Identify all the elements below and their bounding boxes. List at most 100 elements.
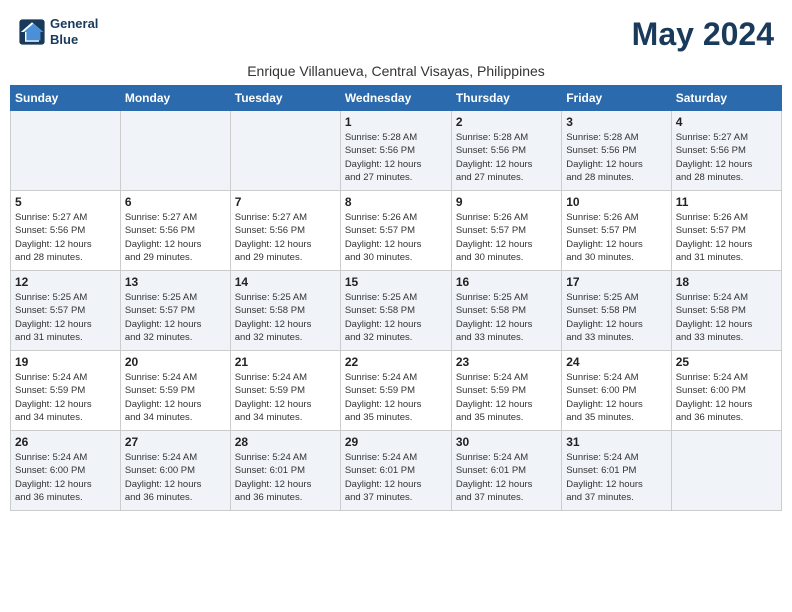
day-number: 24 bbox=[566, 355, 666, 369]
weekday-header-friday: Friday bbox=[562, 86, 671, 111]
day-info: Sunrise: 5:24 AM Sunset: 5:59 PM Dayligh… bbox=[345, 371, 447, 424]
month-title: May 2024 bbox=[632, 16, 774, 53]
weekday-header-row: SundayMondayTuesdayWednesdayThursdayFrid… bbox=[11, 86, 782, 111]
day-number: 5 bbox=[15, 195, 116, 209]
day-number: 2 bbox=[456, 115, 557, 129]
calendar-cell: 14 Sunrise: 5:25 AM Sunset: 5:58 PM Dayli… bbox=[230, 271, 340, 351]
day-number: 12 bbox=[15, 275, 116, 289]
calendar-cell: 10Sunrise: 5:26 AM Sunset: 5:57 PM Dayli… bbox=[562, 191, 671, 271]
day-number: 1 bbox=[345, 115, 447, 129]
day-info: Sunrise: 5:25 AM Sunset: 5:58 PM Dayligh… bbox=[345, 291, 447, 344]
logo-text: General Blue bbox=[50, 16, 98, 47]
calendar-cell: 17Sunrise: 5:25 AM Sunset: 5:58 PM Dayli… bbox=[562, 271, 671, 351]
weekday-header-sunday: Sunday bbox=[11, 86, 121, 111]
day-number: 9 bbox=[456, 195, 557, 209]
calendar-cell: 6 Sunrise: 5:27 AM Sunset: 5:56 PM Daylig… bbox=[120, 191, 230, 271]
day-number: 7 bbox=[235, 195, 336, 209]
calendar-cell bbox=[120, 111, 230, 191]
location-subtitle: Enrique Villanueva, Central Visayas, Phi… bbox=[10, 63, 782, 79]
day-info: Sunrise: 5:24 AM Sunset: 6:00 PM Dayligh… bbox=[15, 451, 116, 504]
day-info: Sunrise: 5:26 AM Sunset: 5:57 PM Dayligh… bbox=[456, 211, 557, 264]
day-number: 3 bbox=[566, 115, 666, 129]
day-number: 14 bbox=[235, 275, 336, 289]
day-number: 19 bbox=[15, 355, 116, 369]
calendar-cell: 9 Sunrise: 5:26 AM Sunset: 5:57 PM Daylig… bbox=[451, 191, 561, 271]
day-info: Sunrise: 5:25 AM Sunset: 5:57 PM Dayligh… bbox=[15, 291, 116, 344]
day-info: Sunrise: 5:27 AM Sunset: 5:56 PM Dayligh… bbox=[125, 211, 226, 264]
day-info: Sunrise: 5:24 AM Sunset: 6:01 PM Dayligh… bbox=[456, 451, 557, 504]
day-number: 13 bbox=[125, 275, 226, 289]
day-info: Sunrise: 5:24 AM Sunset: 6:00 PM Dayligh… bbox=[125, 451, 226, 504]
day-number: 15 bbox=[345, 275, 447, 289]
day-number: 28 bbox=[235, 435, 336, 449]
calendar-week-row: 5 Sunrise: 5:27 AM Sunset: 5:56 PM Daylig… bbox=[11, 191, 782, 271]
calendar-cell: 21Sunrise: 5:24 AM Sunset: 5:59 PM Dayli… bbox=[230, 351, 340, 431]
day-number: 4 bbox=[676, 115, 777, 129]
day-number: 22 bbox=[345, 355, 447, 369]
weekday-header-monday: Monday bbox=[120, 86, 230, 111]
calendar-week-row: 19 Sunrise: 5:24 AM Sunset: 5:59 PM Dayli… bbox=[11, 351, 782, 431]
day-info: Sunrise: 5:27 AM Sunset: 5:56 PM Dayligh… bbox=[676, 131, 777, 184]
calendar-cell: 2Sunrise: 5:28 AM Sunset: 5:56 PM Daylig… bbox=[451, 111, 561, 191]
day-info: Sunrise: 5:27 AM Sunset: 5:56 PM Dayligh… bbox=[235, 211, 336, 264]
calendar-cell: 18Sunrise: 5:24 AM Sunset: 5:58 PM Dayli… bbox=[671, 271, 781, 351]
calendar-cell: 15 Sunrise: 5:25 AM Sunset: 5:58 PM Dayli… bbox=[340, 271, 451, 351]
calendar-cell: 5Sunrise: 5:27 AM Sunset: 5:56 PM Daylig… bbox=[11, 191, 121, 271]
day-number: 21 bbox=[235, 355, 336, 369]
calendar-table: SundayMondayTuesdayWednesdayThursdayFrid… bbox=[10, 85, 782, 511]
calendar-cell: 7 Sunrise: 5:27 AM Sunset: 5:56 PM Daylig… bbox=[230, 191, 340, 271]
calendar-cell: 23Sunrise: 5:24 AM Sunset: 5:59 PM Dayli… bbox=[451, 351, 561, 431]
calendar-cell: 29Sunrise: 5:24 AM Sunset: 6:01 PM Dayli… bbox=[340, 431, 451, 511]
day-info: Sunrise: 5:28 AM Sunset: 5:56 PM Dayligh… bbox=[345, 131, 447, 184]
day-info: Sunrise: 5:24 AM Sunset: 5:59 PM Dayligh… bbox=[456, 371, 557, 424]
day-number: 27 bbox=[125, 435, 226, 449]
weekday-header-thursday: Thursday bbox=[451, 86, 561, 111]
day-info: Sunrise: 5:24 AM Sunset: 6:01 PM Dayligh… bbox=[345, 451, 447, 504]
day-info: Sunrise: 5:25 AM Sunset: 5:58 PM Dayligh… bbox=[566, 291, 666, 344]
calendar-cell: 28Sunrise: 5:24 AM Sunset: 6:01 PM Dayli… bbox=[230, 431, 340, 511]
logo: General Blue bbox=[18, 16, 98, 47]
day-number: 18 bbox=[676, 275, 777, 289]
page-header: General Blue May 2024 bbox=[10, 10, 782, 59]
day-info: Sunrise: 5:24 AM Sunset: 6:00 PM Dayligh… bbox=[676, 371, 777, 424]
calendar-cell: 31Sunrise: 5:24 AM Sunset: 6:01 PM Dayli… bbox=[562, 431, 671, 511]
calendar-cell: 27 Sunrise: 5:24 AM Sunset: 6:00 PM Dayli… bbox=[120, 431, 230, 511]
calendar-week-row: 1 Sunrise: 5:28 AM Sunset: 5:56 PM Daylig… bbox=[11, 111, 782, 191]
calendar-cell: 30 Sunrise: 5:24 AM Sunset: 6:01 PM Dayli… bbox=[451, 431, 561, 511]
calendar-week-row: 12 Sunrise: 5:25 AM Sunset: 5:57 PM Dayli… bbox=[11, 271, 782, 351]
calendar-cell: 16 Sunrise: 5:25 AM Sunset: 5:58 PM Dayli… bbox=[451, 271, 561, 351]
calendar-week-row: 26 Sunrise: 5:24 AM Sunset: 6:00 PM Dayli… bbox=[11, 431, 782, 511]
day-number: 6 bbox=[125, 195, 226, 209]
day-number: 20 bbox=[125, 355, 226, 369]
day-info: Sunrise: 5:25 AM Sunset: 5:58 PM Dayligh… bbox=[456, 291, 557, 344]
calendar-cell: 1 Sunrise: 5:28 AM Sunset: 5:56 PM Daylig… bbox=[340, 111, 451, 191]
calendar-cell: 25 Sunrise: 5:24 AM Sunset: 6:00 PM Dayli… bbox=[671, 351, 781, 431]
calendar-cell: 8Sunrise: 5:26 AM Sunset: 5:57 PM Daylig… bbox=[340, 191, 451, 271]
day-number: 16 bbox=[456, 275, 557, 289]
day-info: Sunrise: 5:28 AM Sunset: 5:56 PM Dayligh… bbox=[566, 131, 666, 184]
weekday-header-wednesday: Wednesday bbox=[340, 86, 451, 111]
calendar-cell: 22 Sunrise: 5:24 AM Sunset: 5:59 PM Dayli… bbox=[340, 351, 451, 431]
day-number: 30 bbox=[456, 435, 557, 449]
day-number: 25 bbox=[676, 355, 777, 369]
day-info: Sunrise: 5:24 AM Sunset: 6:01 PM Dayligh… bbox=[566, 451, 666, 504]
calendar-cell: 4 Sunrise: 5:27 AM Sunset: 5:56 PM Daylig… bbox=[671, 111, 781, 191]
calendar-cell: 19 Sunrise: 5:24 AM Sunset: 5:59 PM Dayli… bbox=[11, 351, 121, 431]
day-info: Sunrise: 5:24 AM Sunset: 6:00 PM Dayligh… bbox=[566, 371, 666, 424]
logo-icon bbox=[18, 18, 46, 46]
day-number: 26 bbox=[15, 435, 116, 449]
calendar-cell bbox=[671, 431, 781, 511]
calendar-cell: 13Sunrise: 5:25 AM Sunset: 5:57 PM Dayli… bbox=[120, 271, 230, 351]
day-info: Sunrise: 5:26 AM Sunset: 5:57 PM Dayligh… bbox=[676, 211, 777, 264]
calendar-cell: 20 Sunrise: 5:24 AM Sunset: 5:59 PM Dayli… bbox=[120, 351, 230, 431]
day-number: 10 bbox=[566, 195, 666, 209]
day-info: Sunrise: 5:24 AM Sunset: 5:59 PM Dayligh… bbox=[15, 371, 116, 424]
calendar-cell: 12 Sunrise: 5:25 AM Sunset: 5:57 PM Dayli… bbox=[11, 271, 121, 351]
day-info: Sunrise: 5:24 AM Sunset: 5:59 PM Dayligh… bbox=[125, 371, 226, 424]
calendar-cell bbox=[230, 111, 340, 191]
weekday-header-saturday: Saturday bbox=[671, 86, 781, 111]
day-info: Sunrise: 5:25 AM Sunset: 5:58 PM Dayligh… bbox=[235, 291, 336, 344]
calendar-cell: 3 Sunrise: 5:28 AM Sunset: 5:56 PM Daylig… bbox=[562, 111, 671, 191]
day-info: Sunrise: 5:26 AM Sunset: 5:57 PM Dayligh… bbox=[345, 211, 447, 264]
day-number: 11 bbox=[676, 195, 777, 209]
